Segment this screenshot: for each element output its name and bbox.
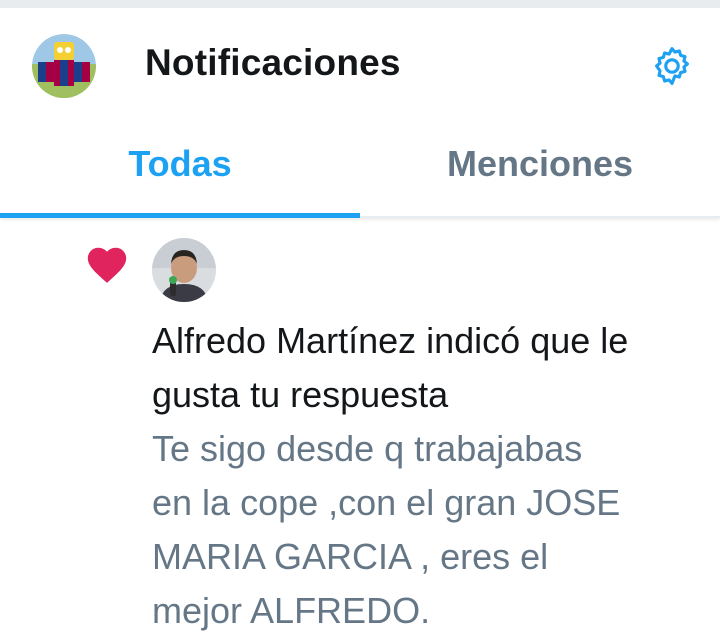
notification-text: Alfredo Martínez indicó que le gusta tu … — [152, 314, 712, 638]
tweet-snippet: Te sigo desde q trabajabas en la cope ,c… — [152, 422, 712, 638]
status-strip — [0, 0, 720, 8]
heart-icon — [87, 247, 127, 283]
snippet-line: en la cope ,con el gran JOSE — [152, 482, 621, 523]
header: Notificaciones — [0, 8, 720, 120]
snippet-line: Te sigo desde q trabajabas — [152, 428, 583, 469]
tab-todas[interactable]: Todas — [0, 120, 360, 218]
snippet-line: mejor ALFREDO. — [152, 590, 431, 631]
user-avatar[interactable] — [152, 238, 216, 302]
snippet-line: MARIA GARCIA , eres el — [152, 536, 549, 577]
tab-menciones[interactable]: Menciones — [360, 120, 720, 216]
gear-icon — [655, 47, 689, 85]
page-title: Notificaciones — [145, 42, 401, 83]
tab-label: Todas — [128, 143, 232, 184]
profile-avatar[interactable] — [32, 34, 96, 98]
user-name: Alfredo Martínez — [152, 320, 417, 361]
tab-label: Menciones — [446, 143, 634, 184]
settings-button[interactable] — [646, 40, 698, 92]
notification-item[interactable]: Alfredo Martínez indicó que le gusta tu … — [0, 218, 720, 640]
notification-message: Alfredo Martínez indicó que le gusta tu … — [152, 314, 712, 422]
notification-tabs: Todas Menciones — [0, 120, 720, 218]
